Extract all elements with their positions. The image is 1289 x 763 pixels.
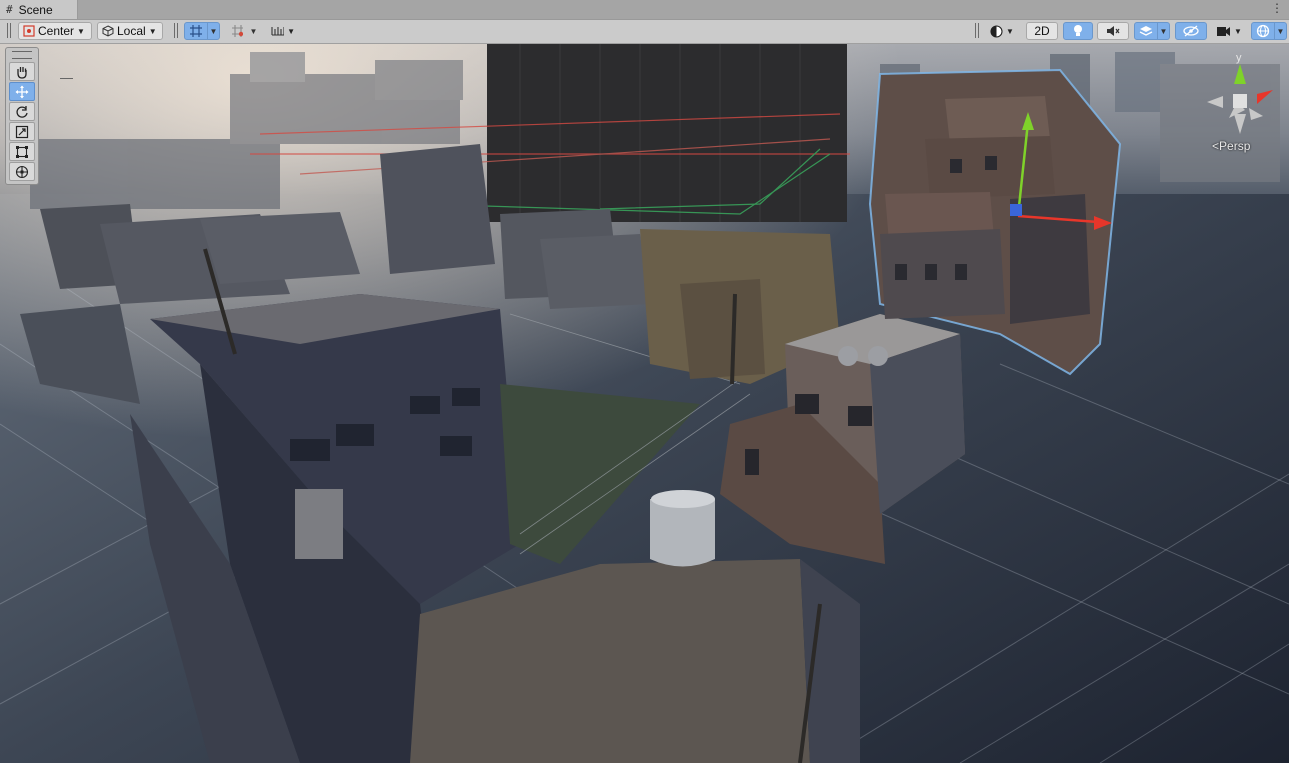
move-tool[interactable] — [9, 82, 35, 101]
persp-text: Persp — [1219, 139, 1251, 153]
toolbar-grip[interactable] — [975, 23, 979, 38]
gizmo-negy-cone — [1234, 114, 1246, 134]
effects-dropdown[interactable]: ▼ — [1158, 22, 1170, 40]
pivot-icon — [23, 25, 35, 37]
camera-dropdown[interactable]: ▼ — [1211, 22, 1247, 40]
hash-icon: # — [6, 3, 13, 16]
rect-tool[interactable] — [9, 142, 35, 161]
scale-icon — [15, 125, 29, 138]
ruler-dropdown[interactable]: ▼ — [266, 22, 300, 40]
ruler-icon — [271, 27, 285, 36]
scene-viewport[interactable]: y <Persp — [0, 44, 1289, 763]
mode-2d-button[interactable]: 2D — [1026, 22, 1058, 40]
gizmos-dropdown[interactable]: ▼ — [1275, 22, 1287, 40]
chevron-down-icon: ▼ — [148, 26, 157, 36]
scene-toolbar: Center ▼ Local ▼ ▼ ▼ ▼ ▼ 2D ▼ ▼ ▼ — [0, 20, 1289, 44]
chevron-down-icon: ▼ — [1006, 26, 1014, 36]
toolbar-grip[interactable] — [174, 23, 178, 38]
scene-render — [0, 44, 1289, 763]
lighting-toggle[interactable] — [1063, 22, 1093, 40]
scene-visibility-icon — [1183, 25, 1199, 37]
toolbar-grip[interactable] — [7, 23, 11, 38]
scene-tab-label: Scene — [18, 2, 53, 17]
increment-snap-dropdown[interactable]: ▼ — [248, 22, 260, 40]
tool-palette-handle[interactable] — [12, 51, 32, 59]
pivot-mode-dropdown[interactable]: Center ▼ — [18, 22, 92, 40]
local-cube-icon — [102, 25, 114, 37]
camera-projection-label[interactable]: <Persp — [1212, 139, 1250, 153]
chevron-down-icon: ▼ — [77, 26, 85, 36]
chevron-down-icon: ▼ — [1234, 26, 1242, 36]
increment-snap-icon — [232, 25, 243, 37]
scene-visibility-toggle[interactable] — [1175, 22, 1207, 40]
transform-tool[interactable] — [9, 162, 35, 181]
audio-mute-icon — [1107, 26, 1120, 36]
persp-prefix: < — [1212, 139, 1220, 153]
gizmo-y-cone — [1234, 64, 1246, 84]
effects-toggle[interactable] — [1134, 22, 1158, 40]
door — [295, 489, 343, 559]
gizmo-y-label: y — [1236, 52, 1242, 64]
gizmo-x-cone — [1257, 90, 1273, 104]
grid-snap-icon — [190, 25, 202, 37]
shading-sphere-icon — [990, 24, 1003, 38]
shading-mode-dropdown[interactable]: ▼ — [985, 22, 1021, 40]
hand-tool[interactable] — [9, 62, 35, 81]
gizmo-negx-cone — [1207, 96, 1223, 108]
tool-palette — [5, 47, 39, 185]
rotate-tool[interactable] — [9, 102, 35, 121]
dark-tower — [487, 44, 847, 222]
gizmo-z-cone — [1249, 108, 1263, 120]
gizmos-toggle[interactable] — [1251, 22, 1275, 40]
pivot-rotation-label: Local — [117, 24, 146, 38]
vertical-dots-icon[interactable]: ⋮ — [1271, 1, 1283, 15]
chevron-down-icon: ▼ — [287, 26, 295, 36]
lightbulb-icon — [1074, 25, 1082, 36]
audio-toggle[interactable] — [1097, 22, 1129, 40]
effects-layers-icon — [1139, 25, 1153, 36]
mode-2d-label: 2D — [1034, 24, 1050, 38]
gizmo-center-cube — [1233, 94, 1247, 108]
hand-icon — [17, 66, 27, 79]
scene-tab[interactable]: # Scene — [0, 0, 78, 19]
gizmos-globe-icon — [1256, 24, 1270, 38]
grid-snap-dropdown[interactable]: ▼ — [208, 22, 220, 40]
pivot-mode-label: Center — [38, 24, 75, 38]
scale-tool[interactable] — [9, 122, 35, 141]
window-tab-bar: # Scene ⋮ — [0, 0, 1289, 20]
rect-transform-icon — [16, 145, 28, 158]
move-arrows-icon — [15, 85, 29, 98]
rotate-icon — [16, 105, 28, 118]
camera-icon — [1217, 26, 1230, 36]
minus-marker — [60, 78, 73, 79]
transform-all-icon — [15, 165, 29, 178]
pivot-rotation-dropdown[interactable]: Local ▼ — [97, 22, 163, 40]
grid-snap-toggle[interactable] — [184, 22, 208, 40]
increment-snap-toggle[interactable] — [226, 22, 248, 40]
